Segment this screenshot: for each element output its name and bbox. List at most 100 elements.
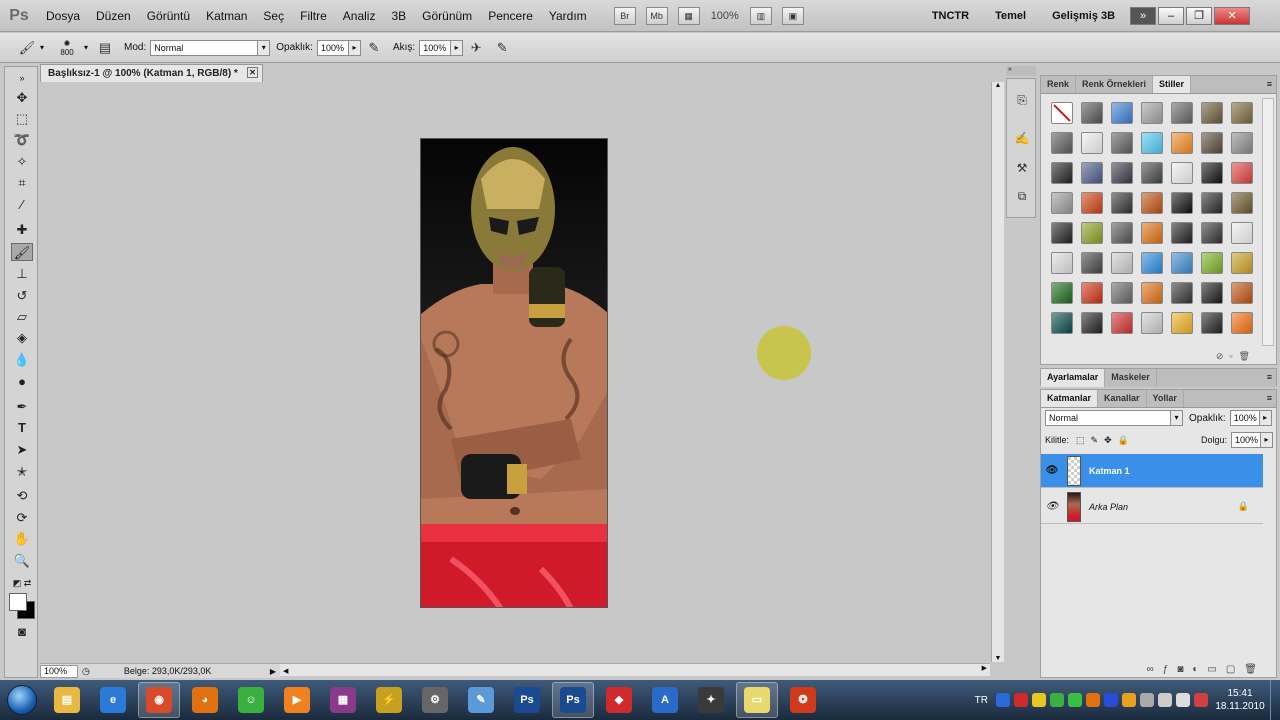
lock-position-icon[interactable]: ✥ [1104, 435, 1112, 446]
tray-power-icon[interactable] [1158, 693, 1172, 707]
style-swatch[interactable] [1141, 312, 1163, 334]
tray-network-icon[interactable] [1050, 693, 1064, 707]
style-swatch[interactable] [1201, 192, 1223, 214]
healing-brush-tool-icon[interactable]: ✚ [11, 221, 33, 239]
taskbar-app-button[interactable]: ✦ [690, 682, 732, 718]
style-swatch[interactable] [1081, 102, 1103, 124]
styles-scrollbar[interactable] [1262, 98, 1274, 346]
style-swatch[interactable] [1231, 282, 1253, 304]
style-swatch[interactable] [1111, 132, 1133, 154]
taskbar-app-button[interactable]: ◕ [184, 682, 226, 718]
styles-panel-footer-icons[interactable]: ⊘▫🗑 [1216, 351, 1256, 362]
clone-source-panel-icon[interactable]: ⧉ [1013, 187, 1031, 205]
clock[interactable]: 15:41 18.11.2010 [1210, 687, 1270, 713]
layers-footer-icons[interactable]: ∞ƒ◙◐▭▢🗑 [1147, 664, 1266, 675]
dodge-tool-icon[interactable]: ● [11, 373, 33, 391]
style-swatch[interactable] [1111, 282, 1133, 304]
style-swatch[interactable] [1051, 222, 1073, 244]
style-swatch[interactable] [1141, 222, 1163, 244]
menu-pencere[interactable]: Pencere [480, 9, 541, 23]
flow-slider-arrow-icon[interactable]: ▸ [451, 39, 464, 56]
layer-row-katman-1[interactable]: 👁 Katman 1 [1041, 454, 1263, 488]
brush-panel-icon[interactable]: ⚒ [1013, 159, 1031, 177]
style-swatch[interactable] [1111, 312, 1133, 334]
layer-visibility-eye-icon[interactable]: 👁 [1041, 501, 1063, 512]
toolbox-collapse-icon[interactable]: » [11, 69, 33, 87]
tab-stiller[interactable]: Stiller [1153, 76, 1192, 93]
pen-tool-icon[interactable]: ✒ [11, 398, 33, 416]
style-swatch[interactable] [1201, 162, 1223, 184]
menu-3b[interactable]: 3B [383, 9, 414, 23]
blur-tool-icon[interactable]: 💧 [11, 351, 33, 369]
minimize-button[interactable]: – [1158, 6, 1185, 25]
style-swatch[interactable] [1171, 252, 1193, 274]
eyedropper-tool-icon[interactable]: ⁄ [11, 196, 33, 214]
workspace-temel[interactable]: Temel [995, 10, 1026, 22]
blend-mode-dropdown[interactable]: Normal [1045, 410, 1171, 426]
style-swatch[interactable] [1231, 102, 1253, 124]
layer-opacity-field[interactable]: 100% [1229, 410, 1260, 426]
pressure-opacity-icon[interactable]: ✎ [364, 38, 384, 58]
layers-menu-icon[interactable]: ≡ [1267, 390, 1276, 407]
menu-sec[interactable]: Seç [255, 9, 292, 23]
tab-renk-ornekleri[interactable]: Renk Örnekleri [1076, 76, 1154, 93]
document-close-icon[interactable]: ✕ [247, 67, 258, 78]
style-swatch[interactable] [1171, 222, 1193, 244]
style-swatch[interactable] [1081, 252, 1103, 274]
3d-orbit-tool-icon[interactable]: ⟳ [11, 509, 33, 527]
brush-panel-toggle-icon[interactable]: ▤ [95, 38, 115, 58]
more-workspaces-button[interactable]: » [1130, 6, 1157, 25]
brush-tool-icon[interactable]: 🖌 [11, 243, 33, 261]
taskbar-app-button[interactable]: ◉ [138, 682, 180, 718]
style-swatch[interactable] [1201, 132, 1223, 154]
screen-mode-button[interactable]: ▣ [781, 6, 804, 25]
style-swatch[interactable] [1051, 252, 1073, 274]
marquee-tool-icon[interactable]: ⬚ [11, 110, 33, 128]
style-swatch[interactable] [1051, 282, 1073, 304]
lock-pixels-icon[interactable]: ✎ [1091, 435, 1099, 446]
opacity-slider-arrow-icon[interactable]: ▸ [348, 39, 361, 56]
tray-usb-icon[interactable] [1140, 693, 1154, 707]
layer-row-arka-plan[interactable]: 👁 Arka Plan 🔒 [1041, 490, 1263, 524]
style-swatch[interactable] [1231, 312, 1253, 334]
layer-name[interactable]: Arka Plan [1089, 502, 1128, 512]
lock-all-icon[interactable]: 🔒 [1118, 435, 1129, 446]
status-info-icon[interactable]: ◷ [82, 666, 90, 677]
tab-maskeler[interactable]: Maskeler [1105, 369, 1157, 387]
help-tray-icon[interactable] [996, 693, 1010, 707]
taskbar-app-button[interactable]: e [92, 682, 134, 718]
shape-tool-icon[interactable]: ✭ [11, 463, 33, 481]
language-indicator[interactable]: TR [975, 695, 988, 706]
style-swatch[interactable] [1081, 162, 1103, 184]
vertical-scrollbar[interactable]: ▲ ▼ [991, 82, 1004, 662]
taskbar-app-button[interactable]: Ps [552, 682, 594, 718]
style-swatch[interactable] [1081, 312, 1103, 334]
style-swatch[interactable] [1141, 102, 1163, 124]
tab-ayarlamalar[interactable]: Ayarlamalar [1041, 369, 1106, 387]
default-style-none-swatch[interactable] [1051, 102, 1073, 124]
scroll-left-icon[interactable]: ◀ [280, 668, 288, 675]
tray-network-bars-icon[interactable] [1176, 693, 1190, 707]
style-swatch[interactable] [1171, 312, 1193, 334]
workspace-tnctr[interactable]: TNCTR [932, 10, 969, 22]
path-selection-tool-icon[interactable]: ➤ [11, 441, 33, 459]
style-swatch[interactable] [1201, 252, 1223, 274]
brush-presets-panel-icon[interactable]: ✍ [1013, 129, 1031, 147]
opacity-field[interactable]: 100% [316, 39, 349, 56]
taskbar-app-button[interactable]: ▦ [322, 682, 364, 718]
tray-lightning-icon[interactable] [1032, 693, 1046, 707]
type-tool-icon[interactable]: T [11, 419, 33, 437]
style-swatch[interactable] [1231, 162, 1253, 184]
move-tool-icon[interactable]: ✥ [11, 89, 33, 107]
tab-renk[interactable]: Renk [1041, 76, 1077, 93]
menu-katman[interactable]: Katman [198, 9, 255, 23]
layer-name[interactable]: Katman 1 [1089, 466, 1130, 476]
style-swatch[interactable] [1231, 252, 1253, 274]
style-swatch[interactable] [1171, 162, 1193, 184]
scroll-up-icon[interactable]: ▲ [992, 82, 1004, 89]
tab-yollar[interactable]: Yollar [1147, 390, 1184, 407]
arrange-documents-button[interactable]: ▥ [749, 6, 772, 25]
taskbar-app-button[interactable]: ⚙ [414, 682, 456, 718]
hand-tool-icon[interactable]: ✋ [11, 530, 33, 548]
tray-security-icon[interactable] [1068, 693, 1082, 707]
